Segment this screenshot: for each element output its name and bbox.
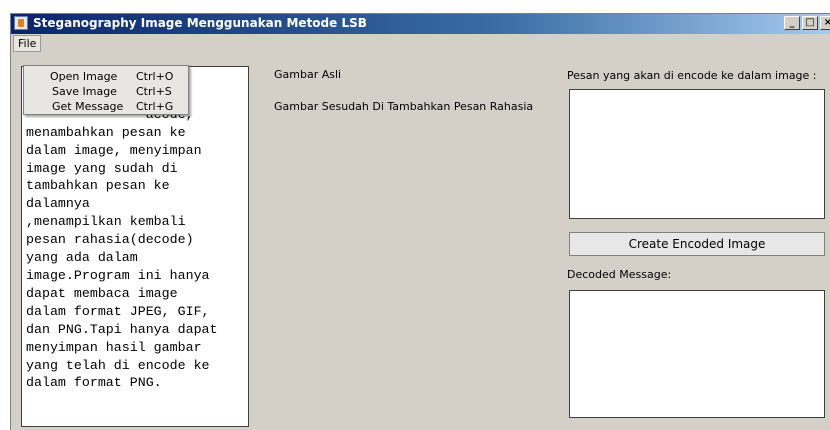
- window-title: Steganography Image Menggunakan Metode L…: [33, 16, 367, 30]
- file-menu-dropdown: Open Image Ctrl+O Save Image Ctrl+S Get …: [23, 65, 189, 115]
- menu-item-shortcut: Ctrl+S: [136, 85, 172, 98]
- message-input[interactable]: [569, 89, 825, 219]
- menu-file[interactable]: File: [13, 35, 42, 52]
- decoded-message-label: Decoded Message:: [567, 268, 672, 281]
- original-image-label: Gambar Asli: [274, 68, 342, 81]
- create-encoded-image-button[interactable]: Create Encoded Image: [569, 232, 825, 256]
- menu-item-open-image[interactable]: Open Image Ctrl+O: [24, 70, 188, 85]
- menu-item-save-image[interactable]: Save Image Ctrl+S: [24, 85, 188, 100]
- menu-item-shortcut: Ctrl+O: [136, 70, 174, 83]
- menu-bar: File: [11, 34, 830, 52]
- message-prompt-label: Pesan yang akan di encode ke dalam image…: [567, 69, 817, 82]
- title-bar[interactable]: Steganography Image Menggunakan Metode L…: [11, 14, 830, 34]
- menu-item-shortcut: Ctrl+G: [136, 100, 174, 113]
- maximize-button[interactable]: □: [802, 16, 818, 30]
- encoded-image-label: Gambar Sesudah Di Tambahkan Pesan Rahasi…: [274, 100, 534, 113]
- menu-item-label: Save Image: [52, 85, 117, 98]
- window-controls: _ □ ×: [784, 16, 830, 30]
- app-window: Steganography Image Menggunakan Metode L…: [10, 13, 830, 430]
- info-text: t di mbuka acode, menambahkan pesan ke d…: [26, 71, 218, 391]
- decoded-message-output[interactable]: [569, 290, 825, 418]
- close-button[interactable]: ×: [820, 16, 830, 30]
- minimize-button[interactable]: _: [784, 16, 800, 30]
- menu-item-label: Get Message: [52, 100, 124, 113]
- menu-item-get-message[interactable]: Get Message Ctrl+G: [24, 100, 188, 115]
- info-text-area[interactable]: t di mbuka acode, menambahkan pesan ke d…: [21, 66, 249, 427]
- java-cup-icon: [14, 16, 28, 30]
- menu-item-label: Open Image: [50, 70, 118, 83]
